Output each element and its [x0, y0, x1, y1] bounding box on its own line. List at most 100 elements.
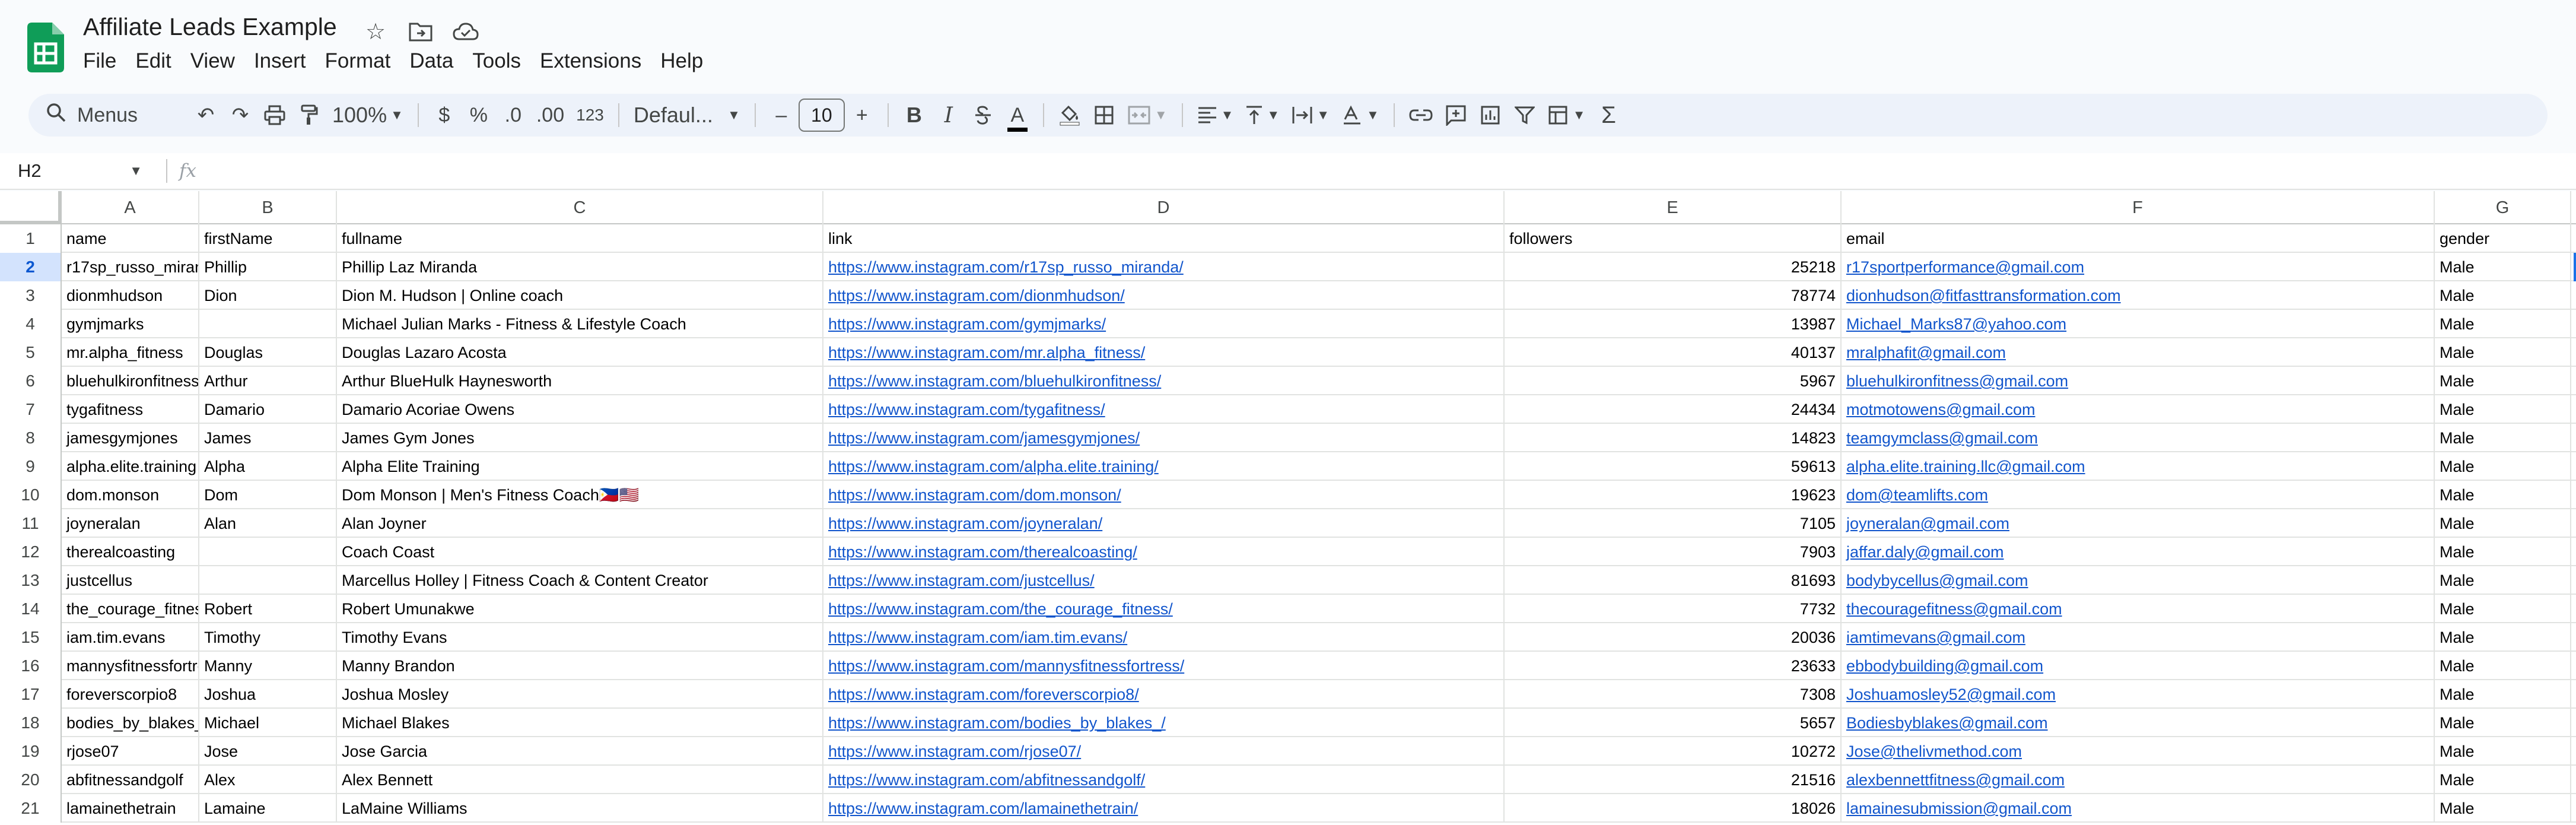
row-header[interactable]: 21 — [0, 794, 62, 823]
insert-chart-icon[interactable] — [1473, 98, 1508, 132]
cell-link[interactable]: https://www.instagram.com/therealcoastin… — [823, 538, 1505, 566]
cell-name[interactable]: rjose07 — [62, 737, 199, 766]
cell-first-name[interactable]: Robert — [199, 595, 337, 623]
cell-name[interactable]: lamainethetrain — [62, 794, 199, 823]
cell-name[interactable]: jamesgymjones — [62, 424, 199, 452]
row-header[interactable]: 1 — [0, 224, 62, 253]
cell-gender[interactable]: Male — [2435, 538, 2571, 566]
cell-gender[interactable]: Male — [2435, 338, 2571, 367]
cell-email[interactable]: lamainesubmission@gmail.com — [1842, 794, 2435, 823]
cell-email[interactable]: teamgymclass@gmail.com — [1842, 424, 2435, 452]
cell-fullname[interactable]: Michael Blakes — [337, 709, 823, 737]
cell-first-name[interactable]: Dom — [199, 481, 337, 509]
cell-first-name[interactable]: Alex — [199, 766, 337, 794]
redo-icon[interactable]: ↷ — [223, 98, 257, 132]
cell-email[interactable]: mralphafit@gmail.com — [1842, 338, 2435, 367]
print-icon[interactable] — [257, 98, 292, 132]
row-header[interactable]: 4 — [0, 310, 62, 338]
cell-name[interactable]: mr.alpha_fitness — [62, 338, 199, 367]
cell-fullname[interactable]: Alpha Elite Training — [337, 452, 823, 481]
decrease-decimal-button[interactable]: .0 — [496, 98, 530, 132]
row-header[interactable]: 15 — [0, 623, 62, 652]
cell-followers[interactable]: 18026 — [1505, 794, 1842, 823]
cell-link[interactable]: https://www.instagram.com/tygafitness/ — [823, 395, 1505, 424]
currency-format-button[interactable]: $ — [427, 98, 462, 132]
menu-data[interactable]: Data — [409, 46, 469, 76]
cell-fullname[interactable]: Phillip Laz Miranda — [337, 253, 823, 281]
cell-first-name[interactable]: Jose — [199, 737, 337, 766]
font-select[interactable]: Defaul... ▼ — [628, 98, 746, 132]
cell-first-name[interactable]: Lamaine — [199, 794, 337, 823]
sheets-logo-icon[interactable] — [27, 23, 64, 72]
functions-icon[interactable]: Σ — [1592, 98, 1626, 132]
cell-name[interactable]: abfitnessandgolf — [62, 766, 199, 794]
horizontal-align-icon[interactable]: ▼ — [1191, 98, 1240, 132]
cell-email[interactable]: alpha.elite.training.llc@gmail.com — [1842, 452, 2435, 481]
cell-email[interactable]: Michael_Marks87@yahoo.com — [1842, 310, 2435, 338]
cell-gender[interactable]: Male — [2435, 281, 2571, 310]
cell-name[interactable]: mannysfitnessfortress — [62, 652, 199, 680]
cell-fullname[interactable]: Dom Monson | Men's Fitness Coach🇵🇭🇺🇸 — [337, 481, 823, 509]
cell-link[interactable]: https://www.instagram.com/the_courage_fi… — [823, 595, 1505, 623]
cell-fullname[interactable]: Michael Julian Marks - Fitness & Lifesty… — [337, 310, 823, 338]
cell-fullname[interactable]: fullname — [337, 224, 823, 253]
cell-link[interactable]: https://www.instagram.com/alpha.elite.tr… — [823, 452, 1505, 481]
move-folder-icon[interactable] — [407, 18, 434, 45]
cell-gender[interactable]: Male — [2435, 766, 2571, 794]
text-wrapping-icon[interactable]: ▼ — [1286, 98, 1335, 132]
column-header-g[interactable]: G — [2435, 191, 2571, 224]
cell-email[interactable]: dom@teamlifts.com — [1842, 481, 2435, 509]
cell-followers[interactable]: 5967 — [1505, 367, 1842, 395]
cell-gender[interactable]: Male — [2435, 310, 2571, 338]
column-header-b[interactable]: B — [199, 191, 337, 224]
formula-input[interactable] — [208, 156, 2576, 186]
cell-email[interactable]: dionhudson@fitfasttransformation.com — [1842, 281, 2435, 310]
italic-button[interactable]: I — [931, 98, 966, 132]
row-header[interactable]: 7 — [0, 395, 62, 424]
text-rotation-icon[interactable]: ▼ — [1335, 98, 1385, 132]
cell-followers[interactable]: 20036 — [1505, 623, 1842, 652]
cell-first-name[interactable] — [199, 566, 337, 595]
cell-followers[interactable]: 25218 — [1505, 253, 1842, 281]
cell-first-name[interactable]: Damario — [199, 395, 337, 424]
cell-link[interactable]: https://www.instagram.com/justcellus/ — [823, 566, 1505, 595]
cell-first-name[interactable] — [199, 310, 337, 338]
merge-cells-icon[interactable]: ▼ — [1121, 98, 1173, 132]
menu-format[interactable]: Format — [325, 46, 406, 76]
cell-gender[interactable]: Male — [2435, 709, 2571, 737]
cell-first-name[interactable]: Joshua — [199, 680, 337, 709]
cell-fullname[interactable]: James Gym Jones — [337, 424, 823, 452]
cell-link[interactable]: https://www.instagram.com/foreverscorpio… — [823, 680, 1505, 709]
cell-first-name[interactable]: Douglas — [199, 338, 337, 367]
cell-fullname[interactable]: Marcellus Holley | Fitness Coach & Conte… — [337, 566, 823, 595]
cell-link[interactable]: https://www.instagram.com/bluehulkironfi… — [823, 367, 1505, 395]
cell-gender[interactable]: Male — [2435, 623, 2571, 652]
increase-font-size-button[interactable]: + — [845, 98, 879, 132]
font-size-input[interactable]: 10 — [798, 99, 845, 132]
cell-link[interactable]: link — [823, 224, 1505, 253]
undo-icon[interactable]: ↶ — [189, 98, 223, 132]
cell-gender[interactable]: Male — [2435, 424, 2571, 452]
cell-followers[interactable]: 7903 — [1505, 538, 1842, 566]
row-header[interactable]: 9 — [0, 452, 62, 481]
row-header[interactable]: 18 — [0, 709, 62, 737]
cell-followers[interactable]: 7105 — [1505, 509, 1842, 538]
percent-format-button[interactable]: % — [462, 98, 496, 132]
decrease-font-size-button[interactable]: – — [764, 98, 799, 132]
cell-email[interactable]: ebbodybuilding@gmail.com — [1842, 652, 2435, 680]
vertical-align-icon[interactable]: ▼ — [1239, 98, 1286, 132]
cell-gender[interactable]: Male — [2435, 509, 2571, 538]
filter-icon[interactable] — [1508, 98, 1542, 132]
cell-email[interactable]: alexbennettfitness@gmail.com — [1842, 766, 2435, 794]
cell-followers[interactable]: followers — [1505, 224, 1842, 253]
cell-email[interactable]: Bodiesbyblakes@gmail.com — [1842, 709, 2435, 737]
cell-email[interactable]: Joshuamosley52@gmail.com — [1842, 680, 2435, 709]
cell-link[interactable]: https://www.instagram.com/iam.tim.evans/ — [823, 623, 1505, 652]
document-title[interactable]: Affiliate Leads Example — [83, 13, 337, 41]
menu-search[interactable]: Menus — [46, 98, 189, 132]
menu-extensions[interactable]: Extensions — [540, 46, 657, 76]
cell-name[interactable]: joyneralan — [62, 509, 199, 538]
cell-name[interactable]: iam.tim.evans — [62, 623, 199, 652]
increase-decimal-button[interactable]: .00 — [530, 98, 570, 132]
cell-name[interactable]: dionmhudson — [62, 281, 199, 310]
